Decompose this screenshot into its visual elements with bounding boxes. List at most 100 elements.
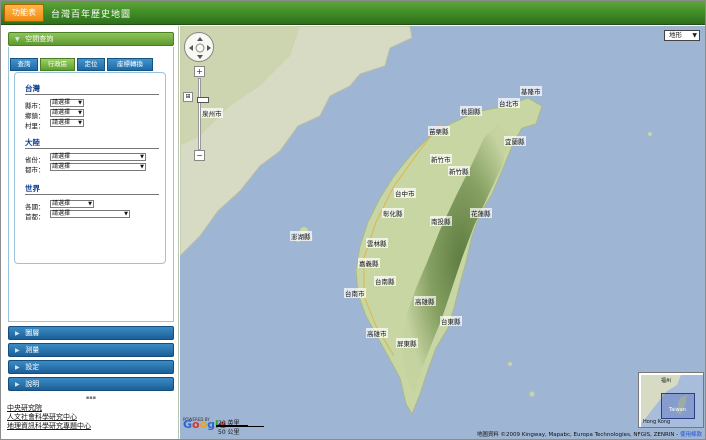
chevron-down-icon: ▼	[140, 164, 144, 170]
map-label-hsinchu: 新竹市	[430, 154, 452, 164]
tab-locate[interactable]: 定位	[77, 58, 105, 71]
menu-button[interactable]: 功能表	[4, 4, 44, 22]
province-label: 省份：	[25, 156, 45, 164]
settings-label: 設定	[25, 363, 40, 371]
village-select-value: 請選擇	[52, 119, 71, 126]
pan-arrows-icon	[189, 37, 211, 59]
chevron-down-icon: ▼	[124, 211, 128, 217]
settings-section-header[interactable]: ▶ 設定	[8, 360, 174, 374]
group-title-mainland: 大陸	[25, 138, 40, 147]
divider	[25, 194, 159, 195]
help-label: 說明	[25, 380, 40, 388]
map-copyright: 地圖資料 ©2009 Kingway, Mapabc, Europa Techn…	[477, 430, 702, 438]
overview-map[interactable]: 福州 Taiwan Hong Kong	[638, 372, 704, 428]
org-link-gis-center[interactable]: 地理資訊科學研究專題中心	[7, 422, 91, 431]
map-label-keelung: 基隆市	[520, 86, 542, 96]
admin-district-panel: 台灣 縣市： 請選擇 ▼ 鄉鎮： 請選擇 ▼ 村里： 請選擇 ▼ 大陸 省份： 請選擇…	[14, 72, 166, 264]
chevron-down-icon: ▼	[78, 100, 82, 106]
overview-label-fuzhou: 福州	[661, 378, 672, 384]
country-label: 各國：	[25, 203, 45, 211]
chevron-down-icon: ▼	[15, 36, 20, 43]
chevron-right-icon: ▶	[15, 330, 20, 337]
zoom-slider-track[interactable]	[197, 78, 209, 150]
map-label-chiayi: 嘉義縣	[358, 258, 380, 268]
group-title-taiwan: 台灣	[25, 84, 40, 93]
city-label: 都市：	[25, 166, 45, 174]
layers-section-header[interactable]: ▶ 圖層	[8, 326, 174, 340]
capital-label: 首都：	[25, 213, 45, 221]
village-select[interactable]: 請選擇 ▼	[50, 119, 84, 127]
overview-viewport[interactable]	[661, 393, 695, 419]
scale-bottom-label: 50 公里	[218, 429, 240, 436]
map-label-penghu: 澎湖縣	[290, 231, 312, 241]
group-title-world: 世界	[25, 184, 40, 193]
street-view-icon[interactable]: ⊞	[183, 92, 193, 102]
spatial-query-label: 空間查詢	[25, 35, 54, 43]
org-link-rchss[interactable]: 人文社會科學研究中心	[7, 413, 91, 422]
measure-section-header[interactable]: ▶ 測量	[8, 343, 174, 357]
terms-link[interactable]: 使用條款	[680, 432, 702, 438]
city-select[interactable]: 請選擇 ▼	[50, 163, 146, 171]
zoom-out-button[interactable]: −	[194, 150, 205, 161]
map-label-hsinchu-county: 新竹縣	[448, 166, 470, 176]
scale-bar: 20 英里 50 公里	[216, 418, 266, 436]
county-select[interactable]: 請選擇 ▼	[50, 99, 84, 107]
divider	[25, 148, 159, 149]
overview-label-hongkong: Hong Kong	[643, 419, 671, 425]
top-bar: 功能表 台灣百年歷史地圖	[1, 1, 705, 25]
tab-coordinate-convert[interactable]: 座標轉換	[107, 58, 153, 71]
city-select-value: 請選擇	[52, 163, 71, 170]
map-label-nantou: 南投縣	[430, 216, 452, 226]
spatial-query-header[interactable]: ▼ 空間查詢	[8, 32, 174, 46]
terrain-base	[180, 26, 705, 439]
chevron-down-icon: ▼	[692, 32, 697, 39]
panel-resize-handle[interactable]: ▪▪▪	[85, 396, 97, 401]
chevron-down-icon: ▼	[78, 120, 82, 126]
divider	[25, 94, 159, 95]
map-type-value: 地形	[669, 31, 682, 39]
chevron-right-icon: ▶	[15, 347, 20, 354]
map-label-changhua: 彰化縣	[382, 208, 404, 218]
province-select[interactable]: 請選擇 ▼	[50, 153, 146, 161]
chevron-down-icon: ▼	[78, 110, 82, 116]
village-label: 村里：	[25, 122, 45, 130]
chevron-down-icon: ▼	[140, 154, 144, 160]
country-select-value: 請選擇	[52, 200, 71, 207]
pan-control[interactable]	[184, 32, 214, 62]
map-label-kaohsiung-county: 高雄縣	[414, 296, 436, 306]
township-select-value: 請選擇	[52, 109, 71, 116]
map-type-select[interactable]: 地形 ▼	[664, 30, 700, 41]
query-tabs: 查詢 行政區 定位 座標轉換	[10, 58, 165, 71]
capital-select[interactable]: 請選擇 ▼	[50, 210, 130, 218]
overview-label-taiwan: Taiwan	[669, 407, 687, 413]
overview-map-canvas: 福州 Taiwan Hong Kong	[641, 375, 703, 427]
zoom-control: + −	[194, 66, 209, 161]
map-canvas[interactable]: 泉州市 台北市 新竹市 台中市 彰化縣 雲林縣 嘉義縣 台南市 高雄市 屏東縣 …	[180, 26, 705, 439]
chevron-right-icon: ▶	[15, 364, 20, 371]
map-label-miaoli: 苗栗縣	[428, 126, 450, 136]
sidebar: ▼ 空間查詢 查詢 行政區 定位 座標轉換 台灣 縣市： 請選擇 ▼ 鄉鎮： 請選…	[1, 26, 179, 439]
help-section-header[interactable]: ▶ 說明	[8, 377, 174, 391]
app-title: 台灣百年歷史地圖	[51, 10, 132, 20]
country-select[interactable]: 請選擇 ▼	[50, 200, 94, 208]
chevron-right-icon: ▶	[15, 381, 20, 388]
map-label-kaohsiung: 高雄市	[366, 328, 388, 338]
map-label-taichung: 台中市	[394, 188, 416, 198]
copyright-text: 地圖資料 ©2009 Kingway, Mapabc, Europa Techn…	[476, 432, 679, 438]
app-window: 功能表 台灣百年歷史地圖 ▼ 空間查詢 查詢 行政區 定位 座標轉換 台灣 縣市…	[0, 0, 706, 440]
map-label-taipei: 台北市	[498, 98, 520, 108]
zoom-slider-thumb[interactable]	[197, 97, 209, 103]
org-link-academia-sinica[interactable]: 中央研究院	[7, 404, 91, 413]
map-label-pingtung: 屏東縣	[396, 338, 418, 348]
map-label-taoyuan: 桃園縣	[460, 106, 482, 116]
tab-query[interactable]: 查詢	[10, 58, 38, 71]
township-select[interactable]: 請選擇 ▼	[50, 109, 84, 117]
map-label-tainan: 台南市	[344, 288, 366, 298]
layers-label: 圖層	[25, 329, 40, 337]
county-label: 縣市：	[25, 102, 45, 110]
measure-label: 測量	[25, 346, 40, 354]
tab-admin-district[interactable]: 行政區	[40, 58, 75, 71]
zoom-in-button[interactable]: +	[194, 66, 205, 77]
county-select-value: 請選擇	[52, 99, 71, 106]
org-links: 中央研究院 人文社會科學研究中心 地理資訊科學研究專題中心	[7, 404, 91, 431]
